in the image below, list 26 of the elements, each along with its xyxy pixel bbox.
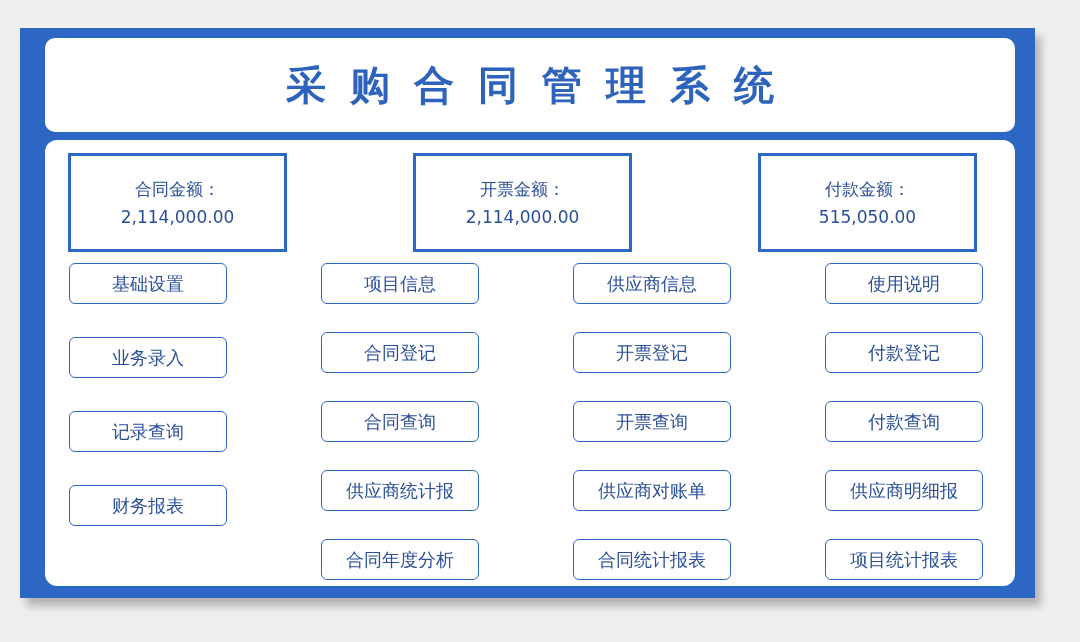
menu-button[interactable]: 项目信息 <box>321 263 479 304</box>
summary-label: 付款金额： <box>825 178 910 201</box>
menu-button[interactable]: 供应商明细报 <box>825 470 983 511</box>
summary-label: 开票金额： <box>480 178 565 201</box>
menu-button[interactable]: 基础设置 <box>69 263 227 304</box>
menu-button[interactable]: 项目统计报表 <box>825 539 983 580</box>
menu-button[interactable]: 付款查询 <box>825 401 983 442</box>
menu-button[interactable]: 业务录入 <box>69 337 227 378</box>
summary-value: 515,050.00 <box>818 207 917 227</box>
menu-button[interactable]: 财务报表 <box>69 485 227 526</box>
menu-button[interactable]: 供应商统计报 <box>321 470 479 511</box>
app-title: 采购合同管理系统 <box>285 60 798 110</box>
summary-value: 2,114,000.00 <box>465 207 580 227</box>
menu-button[interactable]: 供应商信息 <box>573 263 731 304</box>
menu-button[interactable]: 合同查询 <box>321 401 479 442</box>
menu-button[interactable]: 供应商对账单 <box>573 470 731 511</box>
summary-value: 2,114,000.00 <box>120 207 235 227</box>
menu-button[interactable]: 开票查询 <box>573 401 731 442</box>
menu-button[interactable]: 使用说明 <box>825 263 983 304</box>
menu-button[interactable]: 合同统计报表 <box>573 539 731 580</box>
menu-button[interactable]: 合同登记 <box>321 332 479 373</box>
menu-button[interactable]: 记录查询 <box>69 411 227 452</box>
menu-button[interactable]: 合同年度分析 <box>321 539 479 580</box>
menu-button[interactable]: 开票登记 <box>573 332 731 373</box>
summary-label: 合同金额： <box>135 178 220 201</box>
menu-button[interactable]: 付款登记 <box>825 332 983 373</box>
